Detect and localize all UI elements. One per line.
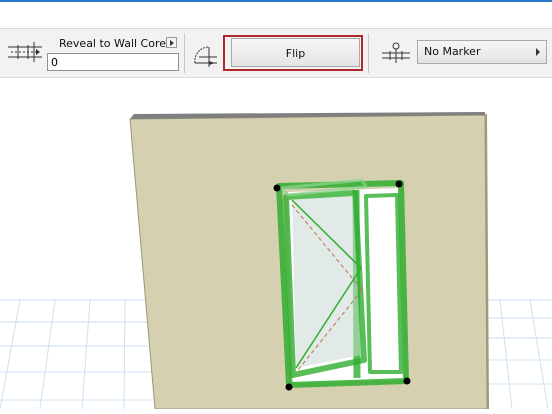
reveal-to-wall-core-label: Reveal to Wall Core bbox=[59, 37, 167, 50]
dropdown-arrow-icon bbox=[536, 48, 540, 56]
marker-dropdown[interactable]: No Marker bbox=[417, 40, 547, 64]
reveal-value-input[interactable] bbox=[47, 53, 179, 71]
flip-side-icon[interactable] bbox=[193, 37, 219, 74]
hotspot bbox=[403, 377, 411, 385]
3d-viewport[interactable] bbox=[0, 78, 552, 410]
reveal-icon bbox=[6, 42, 44, 69]
marker-icon bbox=[380, 41, 412, 70]
hotspot bbox=[285, 383, 293, 391]
toolbar-separator bbox=[184, 33, 185, 73]
hotspot bbox=[395, 180, 403, 188]
hotspot bbox=[273, 184, 281, 192]
marker-dropdown-value: No Marker bbox=[424, 45, 481, 58]
toolbar-separator bbox=[368, 33, 369, 73]
flip-button[interactable]: Flip bbox=[231, 38, 360, 67]
reveal-option-arrow-button[interactable] bbox=[166, 37, 177, 48]
window-top-border bbox=[0, 0, 552, 2]
window-sash-glass bbox=[292, 196, 361, 368]
